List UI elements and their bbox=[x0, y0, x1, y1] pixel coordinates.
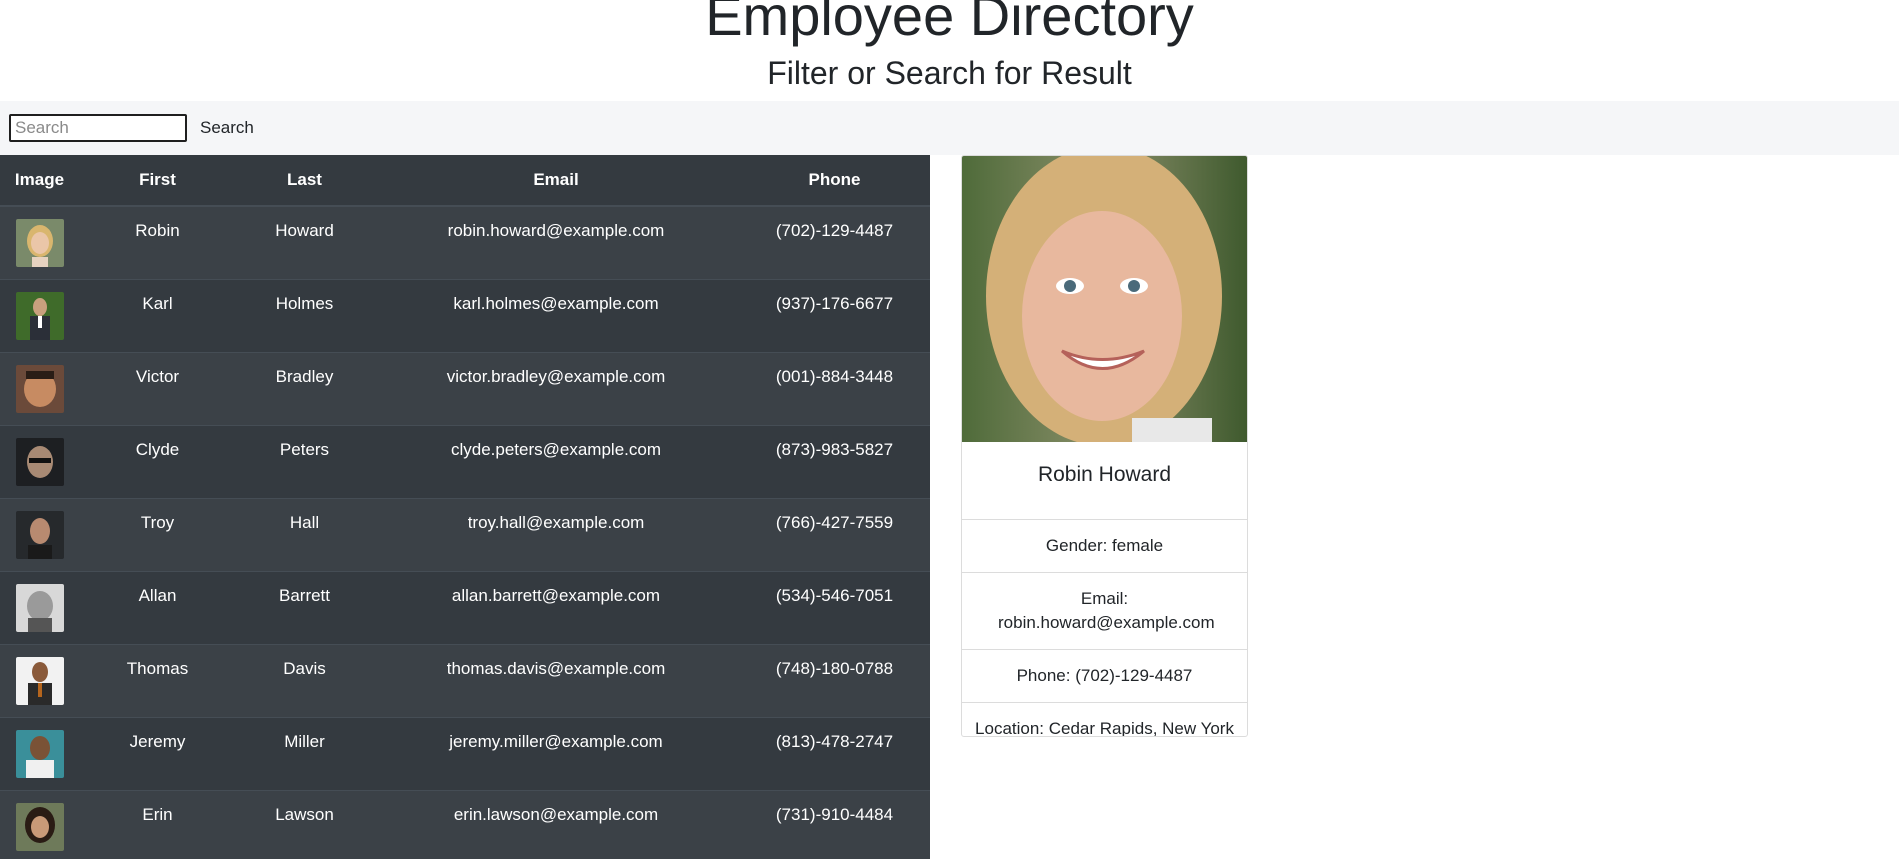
email-cell: karl.holmes@example.com bbox=[373, 278, 739, 352]
first-name-cell: Erin bbox=[79, 789, 236, 859]
avatar-icon bbox=[15, 219, 64, 267]
search-button[interactable]: Search bbox=[200, 118, 254, 138]
table-row[interactable]: Thomas Davis thomas.davis@example.com (7… bbox=[0, 643, 930, 717]
phone-cell: (001)-884-3448 bbox=[739, 351, 930, 425]
table-row[interactable]: Jeremy Miller jeremy.miller@example.com … bbox=[0, 716, 930, 790]
page-subtitle: Filter or Search for Result bbox=[767, 55, 1132, 91]
email-cell: erin.lawson@example.com bbox=[373, 789, 739, 859]
image-cell bbox=[0, 643, 79, 717]
image-cell bbox=[0, 278, 79, 352]
table-row[interactable]: Karl Holmes karl.holmes@example.com (937… bbox=[0, 278, 930, 352]
phone-cell: (873)-983-5827 bbox=[739, 424, 930, 498]
first-name-cell: Thomas bbox=[79, 643, 236, 717]
search-input[interactable] bbox=[9, 114, 187, 142]
image-cell bbox=[0, 351, 79, 425]
card-phone: Phone: (702)-129-4487 bbox=[962, 650, 1247, 703]
first-name-cell: Jeremy bbox=[79, 716, 236, 790]
card-email: Email: robin.howard@example.com bbox=[962, 573, 1247, 650]
avatar-icon bbox=[15, 802, 64, 851]
email-cell: troy.hall@example.com bbox=[373, 497, 739, 571]
avatar-icon bbox=[15, 364, 64, 413]
column-header-email[interactable]: Email bbox=[373, 155, 739, 207]
table-row[interactable]: Erin Lawson erin.lawson@example.com (731… bbox=[0, 789, 930, 859]
first-name-cell: Robin bbox=[79, 205, 236, 279]
email-cell: clyde.peters@example.com bbox=[373, 424, 739, 498]
last-name-cell: Hall bbox=[236, 497, 373, 571]
phone-cell: (937)-176-6677 bbox=[739, 278, 930, 352]
image-cell bbox=[0, 716, 79, 790]
column-header-last[interactable]: Last bbox=[236, 155, 373, 207]
table-row[interactable]: Troy Hall troy.hall@example.com (766)-42… bbox=[0, 497, 930, 571]
phone-cell: (748)-180-0788 bbox=[739, 643, 930, 717]
last-name-cell: Holmes bbox=[236, 278, 373, 352]
first-name-cell: Troy bbox=[79, 497, 236, 571]
avatar-icon bbox=[15, 291, 64, 340]
table-body: Robin Howard robin.howard@example.com (7… bbox=[0, 205, 930, 859]
avatar-icon bbox=[15, 510, 64, 559]
phone-cell: (766)-427-7559 bbox=[739, 497, 930, 571]
first-name-cell: Karl bbox=[79, 278, 236, 352]
card-gender: Gender: female bbox=[962, 520, 1247, 573]
first-name-cell: Clyde bbox=[79, 424, 236, 498]
avatar-icon bbox=[15, 656, 64, 705]
page-title: Employee Directory bbox=[705, 0, 1194, 47]
column-header-phone[interactable]: Phone bbox=[739, 155, 930, 207]
avatar-icon bbox=[15, 729, 64, 778]
last-name-cell: Howard bbox=[236, 205, 373, 279]
table-row[interactable]: Victor Bradley victor.bradley@example.co… bbox=[0, 351, 930, 425]
last-name-cell: Barrett bbox=[236, 570, 373, 644]
column-header-image[interactable]: Image bbox=[0, 155, 79, 207]
column-header-first[interactable]: First bbox=[79, 155, 236, 207]
email-cell: allan.barrett@example.com bbox=[373, 570, 739, 644]
email-cell: thomas.davis@example.com bbox=[373, 643, 739, 717]
phone-cell: (813)-478-2747 bbox=[739, 716, 930, 790]
email-cell: victor.bradley@example.com bbox=[373, 351, 739, 425]
profile-photo bbox=[962, 156, 1247, 442]
page-header: Employee Directory Filter or Search for … bbox=[0, 0, 1899, 101]
table-row[interactable]: Clyde Peters clyde.peters@example.com (8… bbox=[0, 424, 930, 498]
email-cell: robin.howard@example.com bbox=[373, 205, 739, 279]
avatar-icon bbox=[15, 437, 64, 486]
email-cell: jeremy.miller@example.com bbox=[373, 716, 739, 790]
image-cell bbox=[0, 789, 79, 859]
last-name-cell: Davis bbox=[236, 643, 373, 717]
phone-cell: (731)-910-4484 bbox=[739, 789, 930, 859]
last-name-cell: Lawson bbox=[236, 789, 373, 859]
first-name-cell: Allan bbox=[79, 570, 236, 644]
employee-detail-card: Robin Howard Gender: female Email: robin… bbox=[961, 155, 1248, 737]
search-bar: Search bbox=[0, 101, 1899, 155]
table-row[interactable]: Robin Howard robin.howard@example.com (7… bbox=[0, 205, 930, 279]
employee-table-container: Image First Last Email Phone Robin Howar… bbox=[0, 155, 930, 859]
image-cell bbox=[0, 205, 79, 279]
image-cell bbox=[0, 497, 79, 571]
phone-cell: (534)-546-7051 bbox=[739, 570, 930, 644]
avatar-icon bbox=[15, 583, 64, 632]
last-name-cell: Bradley bbox=[236, 351, 373, 425]
image-cell bbox=[0, 570, 79, 644]
employee-directory-page: Employee Directory Filter or Search for … bbox=[0, 0, 1899, 859]
employee-table: Image First Last Email Phone Robin Howar… bbox=[0, 155, 930, 859]
first-name-cell: Victor bbox=[79, 351, 236, 425]
table-row[interactable]: Allan Barrett allan.barrett@example.com … bbox=[0, 570, 930, 644]
phone-cell: (702)-129-4487 bbox=[739, 205, 930, 279]
last-name-cell: Peters bbox=[236, 424, 373, 498]
card-location: Location: Cedar Rapids, New York bbox=[975, 719, 1234, 737]
table-header-row: Image First Last Email Phone bbox=[0, 155, 930, 207]
image-cell bbox=[0, 424, 79, 498]
last-name-cell: Miller bbox=[236, 716, 373, 790]
card-name: Robin Howard bbox=[962, 442, 1247, 520]
